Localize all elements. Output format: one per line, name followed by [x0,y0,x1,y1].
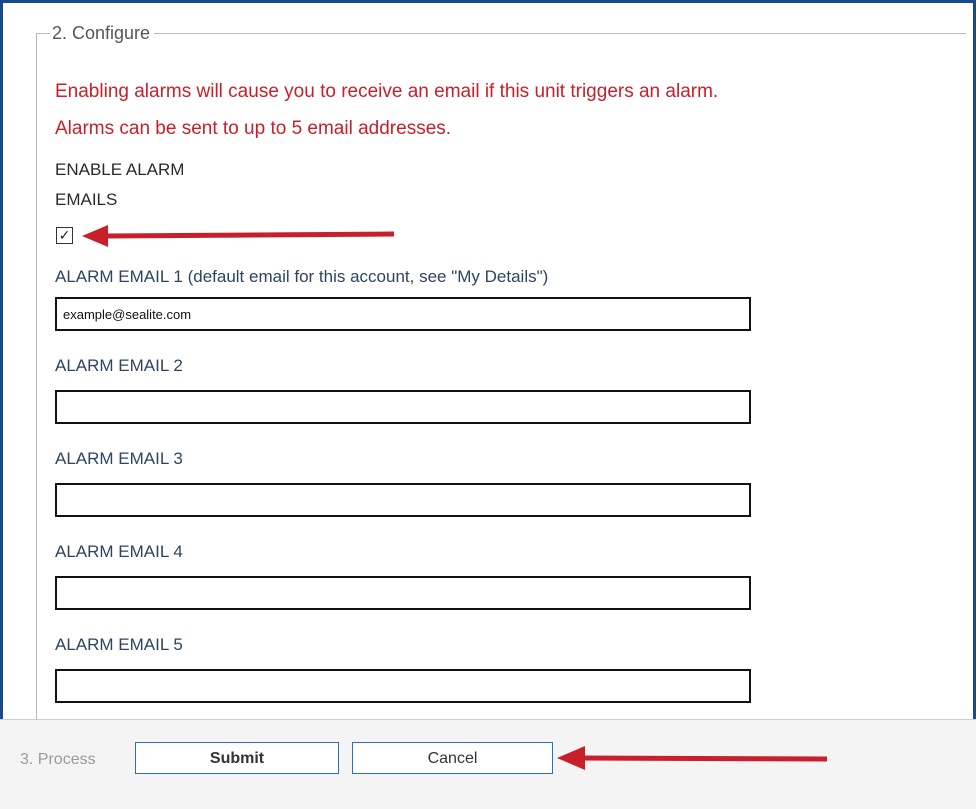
alarm-info-message: Enabling alarms will cause you to receiv… [55,81,719,102]
process-label: 3. Process [20,751,96,768]
alarm-email-2-input[interactable] [55,390,751,424]
fieldset-legend: 2. Configure [50,22,155,44]
enable-alarm-checkbox[interactable]: ✓ [56,227,73,244]
alarm-email-1-input[interactable] [55,297,751,331]
alarm-email-1-label: ALARM EMAIL 1 (default email for this ac… [55,267,549,286]
arrow-left-icon [82,225,394,247]
alarm-email-2-label: ALARM EMAIL 2 [55,356,183,375]
enable-alarm-label: ENABLE ALARM [55,160,185,179]
check-icon: ✓ [58,227,71,243]
alarm-email-3-input[interactable] [55,483,751,517]
alarm-limit-message: Alarms can be sent to up to 5 email addr… [55,118,452,139]
cancel-button[interactable]: Cancel [352,742,553,774]
alarm-email-3-label: ALARM EMAIL 3 [55,449,183,468]
alarm-email-4-label: ALARM EMAIL 4 [55,542,183,561]
alarm-email-5-label: ALARM EMAIL 5 [55,635,183,654]
alarm-email-4-input[interactable] [55,576,751,610]
emails-label: EMAILS [55,190,118,209]
arrow-left-icon [557,746,827,770]
submit-button[interactable]: Submit [135,742,339,774]
alarm-email-5-input[interactable] [55,669,751,703]
